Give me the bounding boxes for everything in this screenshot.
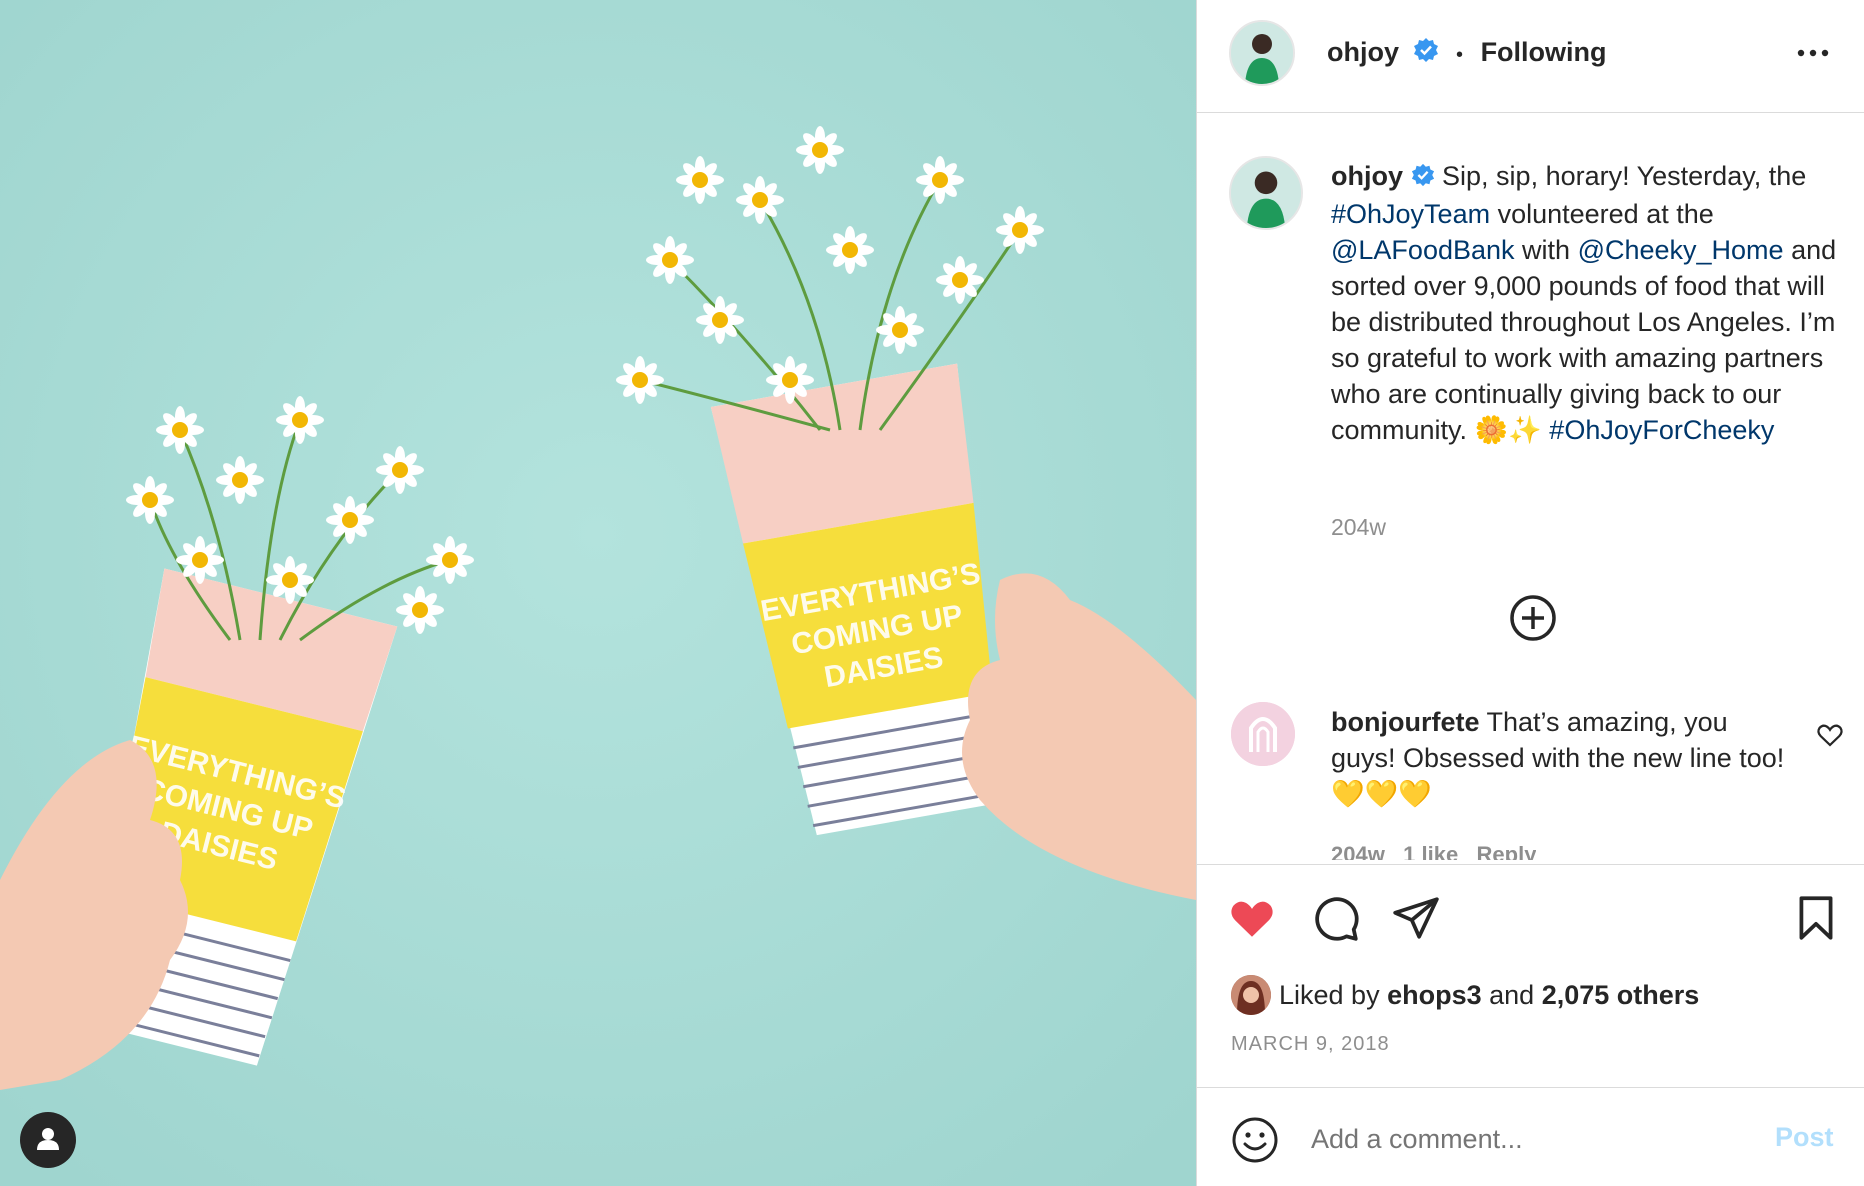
post-image-svg: EVERYTHING’S COMING UP DAISIES EVERYTHIN… [0, 0, 1196, 1186]
mention-cheeky-home[interactable]: @Cheeky_Home [1578, 235, 1784, 265]
like-button[interactable] [1227, 893, 1277, 943]
post-caption: ohjoy Sip, sip, horary! Yesterday, the #… [1331, 158, 1851, 448]
likes-user[interactable]: ehops3 [1387, 980, 1482, 1010]
author-username[interactable]: ohjoy [1327, 37, 1399, 67]
heart-filled-icon [1231, 901, 1273, 937]
caption-author-avatar[interactable] [1229, 156, 1303, 230]
caption-verified-badge-icon [1411, 160, 1435, 196]
likes-others[interactable]: 2,075 others [1542, 980, 1700, 1010]
share-button[interactable] [1391, 893, 1441, 943]
post-date[interactable]: MARCH 9, 2018 [1231, 1033, 1390, 1056]
plus-circle-icon [1510, 595, 1556, 641]
comment-input-bar: Post [1197, 1087, 1864, 1186]
post-header: ohjoy • Following [1197, 0, 1864, 113]
comment-input[interactable] [1309, 1114, 1753, 1164]
save-button[interactable] [1791, 893, 1841, 943]
tagged-people-button[interactable] [20, 1112, 76, 1168]
comment-body: bonjourfete That’s amazing, you guys! Ob… [1331, 704, 1791, 812]
author-avatar[interactable] [1229, 20, 1295, 86]
likes-summary: Liked by ehops3 and 2,075 others [1279, 977, 1699, 1013]
person-icon [37, 1128, 59, 1150]
heart-outline-icon [1817, 724, 1843, 747]
hashtag-ohjoyforcheeky[interactable]: #OhJoyForCheeky [1549, 415, 1774, 445]
header-separator: • [1456, 44, 1464, 66]
caption-author-avatar-image [1231, 158, 1301, 228]
caption-username[interactable]: ohjoy [1331, 161, 1403, 191]
caption-text-4: and sorted over 9,000 pounds of food tha… [1331, 234, 1837, 445]
emoji-button[interactable] [1231, 1116, 1279, 1164]
more-options-icon [1797, 49, 1829, 57]
commenter-username[interactable]: bonjourfete [1331, 707, 1480, 737]
commenter-avatar[interactable] [1231, 702, 1295, 766]
caption-text-1: Sip, sip, horary! Yesterday, the [1442, 161, 1807, 191]
post-image[interactable]: EVERYTHING’S COMING UP DAISIES EVERYTHIN… [0, 0, 1196, 1186]
post-comment-button[interactable]: Post [1775, 1122, 1834, 1153]
paper-plane-icon [1393, 897, 1439, 939]
hashtag-ohjoyteam[interactable]: #OhJoyTeam [1331, 199, 1490, 229]
likes-and: and [1489, 980, 1535, 1010]
follow-button[interactable]: Following [1481, 37, 1607, 67]
post-side-panel: ohjoy • Following ohjoy Sip, sip, horary… [1196, 0, 1864, 1186]
comment-button[interactable] [1311, 893, 1361, 943]
likes-prefix: Liked by [1279, 980, 1380, 1010]
load-more-comments-button[interactable] [1509, 594, 1557, 642]
liker-avatar[interactable] [1231, 975, 1271, 1015]
author-avatar-image [1231, 22, 1293, 84]
header-author-line: ohjoy • Following [1327, 34, 1607, 73]
caption-timestamp[interactable]: 204w [1331, 514, 1386, 541]
verified-badge-icon [1413, 36, 1439, 72]
caption-text-3: with [1522, 234, 1571, 265]
caption-text-2: volunteered at the [1497, 198, 1714, 229]
comment-meta[interactable]: 204w 1 like Reply [1331, 842, 1536, 860]
comment-like-button[interactable] [1815, 720, 1845, 750]
liker-avatar-image [1231, 975, 1271, 1015]
smiley-face-icon [1232, 1117, 1278, 1163]
commenter-avatar-image [1231, 702, 1295, 766]
speech-bubble-icon [1315, 897, 1359, 941]
bookmark-icon [1799, 896, 1833, 940]
mention-lafoodbank[interactable]: @LAFoodBank [1331, 235, 1515, 265]
more-options-button[interactable] [1793, 38, 1833, 68]
